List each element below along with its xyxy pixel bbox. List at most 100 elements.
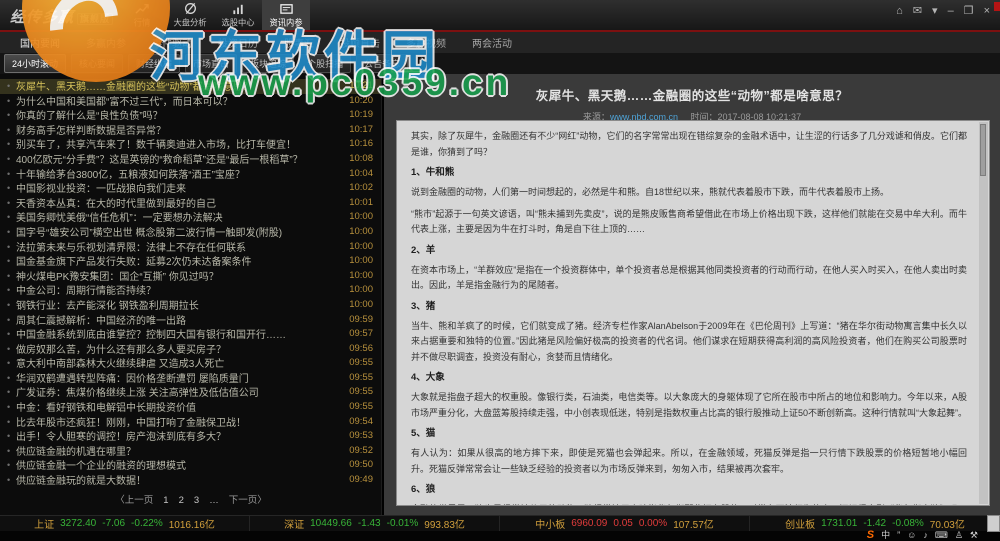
news-item[interactable]: • 中国影视业投资：一匹战狼向我们走来 10:02 xyxy=(0,181,381,196)
news-item[interactable]: • 别买车了，共享汽车来了！数千辆奥迪进入市场，比打车便宜！ 10:16 xyxy=(0,137,381,152)
section-tab[interactable]: 多赢内参 xyxy=(86,35,126,50)
page-number[interactable]: 1 xyxy=(163,495,168,506)
article-body: 其实，除了灰犀牛，金融圈还有不少“网红”动物，它们的名字常常出现在错综复杂的金融… xyxy=(396,120,990,506)
category-tab[interactable]: 个股扫描 xyxy=(299,54,352,73)
news-item-time: 10:21 xyxy=(349,80,373,91)
input-method-tray: S 中 ” ☺ ♪ ⌨ ♙ ⚒ xyxy=(867,529,978,541)
index-change-pct: -0.22% xyxy=(131,518,163,529)
scrollbar-thumb[interactable] xyxy=(980,124,986,176)
news-list-panel: • 灰犀牛、黑天鹅……金融圈的这些“动物”都是啥意思？ 10:21 • 为什么中国和美国… xyxy=(0,74,382,515)
index-change: -1.43 xyxy=(357,518,381,529)
news-item[interactable]: • 国字号“雄安公司”横空出世 概念股第二波行情一触即发(附股) 10:00 xyxy=(0,225,381,240)
news-item[interactable]: • 中国金融系统到底由谁掌控？控制四大国有银行和国开行…… 09:57 xyxy=(0,327,381,342)
news-item[interactable]: • 财务高手怎样判断数据是否异常？ 10:17 xyxy=(0,123,381,138)
soft-keyboard-icon[interactable]: ⌨ xyxy=(935,529,948,541)
bullet-icon: • xyxy=(7,387,11,398)
news-item[interactable]: • 供应链金融的机遇在哪里？ 09:52 xyxy=(0,444,381,459)
section-tab[interactable]: 投资日历 xyxy=(218,35,258,50)
news-item[interactable]: • 你真的了解什么是“良性负债”吗？ 10:19 xyxy=(0,108,381,123)
news-item[interactable]: • 做房奴那么苦，为什么还有那么多人要买房子？ 09:56 xyxy=(0,342,381,357)
news-item-title: 国字号“雄安公司”横空出世 概念股第二波行情一触即发(附股) xyxy=(16,227,283,239)
toolbar-item-trend[interactable]: 行情 xyxy=(118,0,166,30)
toolbar-item-label: 大盘分析 xyxy=(173,18,207,28)
page-number[interactable]: 2 xyxy=(179,495,184,506)
news-item[interactable]: • 周其仁震撼解析：中国经济的唯一出路 09:59 xyxy=(0,313,381,328)
news-item-title: 中国金融系统到底由谁掌控？控制四大国有银行和国开行…… xyxy=(16,330,286,342)
news-item[interactable]: • 十年输给茅台3800亿，五粮液如何跌落“酒王”宝座？ 10:04 xyxy=(0,167,381,182)
toolbar-item-label: 资讯内参 xyxy=(269,18,303,28)
message-icon[interactable]: ✉ xyxy=(913,5,922,17)
category-tab[interactable]: 公告备忘 xyxy=(356,54,409,73)
category-tab[interactable]: 板块追踪 xyxy=(242,54,295,73)
category-tab[interactable]: 24小时滚动 xyxy=(4,54,67,73)
bullet-icon: • xyxy=(7,124,11,135)
news-item[interactable]: • 中金公司：周期行情能否持续？ 10:00 xyxy=(0,283,381,298)
dropdown-arrow-icon[interactable]: ▾ xyxy=(932,5,938,17)
section-tab[interactable]: 股事汇 xyxy=(284,35,314,50)
voice-input-icon[interactable]: ♪ xyxy=(923,529,928,541)
news-item[interactable]: • 钢铁行业：去产能深化 钢铁盈利周期拉长 10:00 xyxy=(0,298,381,313)
news-item-time: 09:52 xyxy=(349,444,373,456)
section-tab[interactable]: 两会活动 xyxy=(472,35,512,50)
page-number[interactable]: 3 xyxy=(194,495,199,506)
news-item-time: 10:04 xyxy=(349,167,373,179)
close-icon[interactable]: × xyxy=(984,5,990,17)
bullet-icon: • xyxy=(7,168,11,179)
index-change: -1.42 xyxy=(863,518,887,529)
news-item[interactable]: • 400亿欧元“分手费”？这是英镑的“救命稻草”还是“最后一根稻草”？ 10:08 xyxy=(0,152,381,167)
news-item[interactable]: • 出手！令人胆寒的调控！房产泡沫到底有多大？ 09:53 xyxy=(0,429,381,444)
section-tab[interactable]: 事件驱动 xyxy=(152,35,192,50)
news-item[interactable]: • 广发证券：焦煤价格继续上涨 关注高弹性及低估值公司 09:55 xyxy=(0,385,381,400)
article-paragraph: “熊市”起源于一句英文谚语，叫“熊未捕到先卖皮”，说的是熊皮贩售商希望借此在市场… xyxy=(411,208,967,235)
toolbar-item-barchart[interactable]: 选股中心 xyxy=(214,0,262,30)
news-item[interactable]: • 天香资本丛真：在大的时代里做到最好的自己 10:01 xyxy=(0,196,381,211)
news-item-title: 财务高手怎样判断数据是否异常？ xyxy=(16,125,166,137)
toolbar-item-news[interactable]: 资讯内参 xyxy=(262,0,310,30)
news-item[interactable]: • 美国务卿忧美俄“信任危机”：一定要想办法解决 10:00 xyxy=(0,210,381,225)
article-scrollbar[interactable] xyxy=(979,122,988,504)
minimize-icon[interactable]: – xyxy=(948,5,954,17)
restore-icon[interactable]: ❐ xyxy=(964,5,974,17)
news-item[interactable]: • 比去年股市还疯狂！刚刚，中国打响了金融保卫战！ 09:54 xyxy=(0,415,381,430)
section-tab[interactable]: 国内要闻 xyxy=(20,35,60,50)
skin-icon[interactable]: ♙ xyxy=(955,529,963,541)
news-item-title: 中金：看好钢铁和电解铝中长期投资价值 xyxy=(16,403,196,415)
home-icon[interactable]: ⌂ xyxy=(896,5,903,17)
news-item[interactable]: • 供应链金融一个企业的融资的理想模式 09:50 xyxy=(0,458,381,473)
compass-icon xyxy=(183,1,198,15)
next-page-button[interactable]: 下一页〉 xyxy=(229,495,267,506)
news-item[interactable]: • 神火煤电PK豫安集团：国企“互撕” 你见过吗？ 10:00 xyxy=(0,269,381,284)
news-item[interactable]: • 为什么中国和美国都“富不过三代”，而日本可以？ 10:20 xyxy=(0,94,381,109)
article-heading: 3、猪 xyxy=(411,300,436,312)
emoji-icon[interactable]: ☺ xyxy=(907,529,916,541)
trend-icon xyxy=(134,1,150,15)
toolbar-item-compass[interactable]: 大盘分析 xyxy=(166,0,214,30)
news-item-time: 10:00 xyxy=(349,255,373,267)
news-item[interactable]: • 国金基金旗下产品发行失败：延募2次仍未达备案条件 10:00 xyxy=(0,254,381,269)
section-tab[interactable]: 多赢视频 xyxy=(406,35,446,50)
news-item-title: 周其仁震撼解析：中国经济的唯一出路 xyxy=(16,315,186,327)
news-item[interactable]: • 法拉第未来与乐视划清界限：法律上不存在任何联系 10:00 xyxy=(0,240,381,255)
punctuation-icon[interactable]: ” xyxy=(897,529,900,541)
lang-chinese-icon[interactable]: 中 xyxy=(881,529,890,541)
page-number[interactable]: … xyxy=(209,495,219,506)
category-tab[interactable]: 核心要闻 xyxy=(71,54,124,73)
bullet-icon: • xyxy=(7,270,11,281)
news-item-title: 供应链金融一个企业的融资的理想模式 xyxy=(16,461,186,473)
section-tab[interactable]: 投顾直击 xyxy=(340,35,380,50)
market-index-深证: 深证 10449.66 -1.43 -0.01% 993.83亿 xyxy=(250,516,500,531)
news-item-time: 10:02 xyxy=(349,182,373,194)
toolbox-icon[interactable]: ⚒ xyxy=(970,529,978,541)
news-item[interactable]: • 华润双鹤遭遇转型阵痛：因价格垄断遭罚 屡陷质量门 09:55 xyxy=(0,371,381,386)
category-tab[interactable]: 财经纵横 xyxy=(128,54,181,73)
category-tab[interactable]: 市场直击 xyxy=(185,54,238,73)
index-value: 6960.09 xyxy=(571,518,608,529)
news-item-time: 09:59 xyxy=(349,313,373,325)
prev-page-button[interactable]: 〈上一页 xyxy=(115,495,153,506)
news-item[interactable]: • 灰犀牛、黑天鹅……金融圈的这些“动物”都是啥意思？ 10:21 xyxy=(0,79,381,94)
news-item[interactable]: • 供应链金融玩的就是大数据！ 09:49 xyxy=(0,473,381,488)
news-item[interactable]: • 中金：看好钢铁和电解铝中长期投资价值 09:55 xyxy=(0,400,381,415)
bullet-icon: • xyxy=(7,81,11,91)
sogou-logo-icon[interactable]: S xyxy=(867,529,874,541)
news-item[interactable]: • 意大利中南部森林大火继续肆虐 又造成3人死亡 09:55 xyxy=(0,356,381,371)
